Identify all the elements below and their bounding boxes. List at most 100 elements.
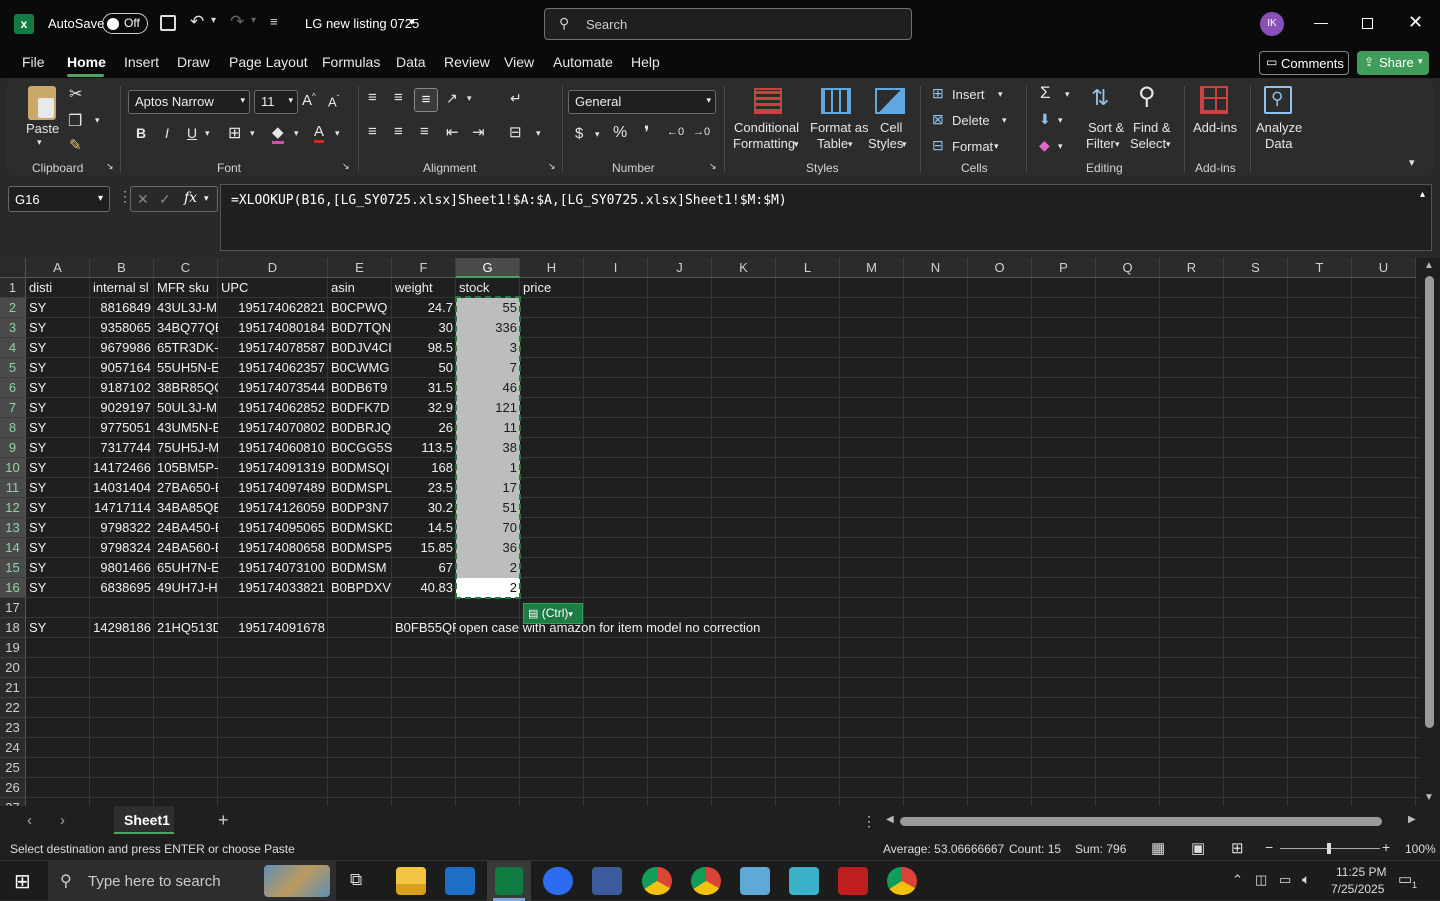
data-cell[interactable]: 121 xyxy=(456,398,520,418)
data-cell[interactable]: B0DMSQI xyxy=(328,458,392,478)
data-cell[interactable]: B0DBRJQ xyxy=(328,418,392,438)
copy-chevron-icon[interactable]: ▾ xyxy=(95,115,100,126)
data-cell[interactable]: 65UH7N-E xyxy=(154,558,218,578)
data-cell[interactable]: 195174033821 xyxy=(218,578,328,598)
data-cell[interactable]: 9798324 xyxy=(90,538,154,558)
data-cell[interactable]: 195174060810 xyxy=(218,438,328,458)
sort-filter-chevron-icon[interactable]: ▾ xyxy=(1115,139,1120,150)
data-cell[interactable]: SY xyxy=(26,338,90,358)
increase-indent-icon[interactable]: ⇥ xyxy=(472,123,485,141)
data-cell[interactable]: 195174078587 xyxy=(218,338,328,358)
remote-app-icon[interactable] xyxy=(789,867,819,895)
data-cell[interactable]: 15.85 xyxy=(392,538,456,558)
menu-insert[interactable]: Insert xyxy=(124,54,159,70)
row-header-25[interactable]: 25 xyxy=(0,758,26,778)
align-right-icon[interactable]: ≡ xyxy=(420,123,429,140)
row18-cell-d[interactable]: 195174091678 xyxy=(218,618,328,638)
fx-chevron-icon[interactable]: ▾ xyxy=(204,193,209,204)
orientation-icon[interactable]: ↗ xyxy=(446,90,458,107)
insert-cells-label[interactable]: Insert xyxy=(952,87,985,102)
clock-date[interactable]: 7/25/2025 xyxy=(1331,882,1384,896)
data-cell[interactable]: 195174080658 xyxy=(218,538,328,558)
chrome-icon[interactable] xyxy=(642,867,672,895)
column-header-u[interactable]: U xyxy=(1352,258,1416,278)
currency-button[interactable]: $ xyxy=(575,125,583,142)
data-cell[interactable]: 34BQ77QE xyxy=(154,318,218,338)
font-size-select[interactable]: 11 ▾ xyxy=(254,90,298,114)
row-header-9[interactable]: 9 xyxy=(0,438,26,458)
column-header-p[interactable]: P xyxy=(1032,258,1096,278)
align-middle-icon[interactable]: ≡ xyxy=(394,89,403,106)
add-sheet-icon[interactable]: + xyxy=(218,810,229,831)
column-header-k[interactable]: K xyxy=(712,258,776,278)
data-cell[interactable]: 98.5 xyxy=(392,338,456,358)
delete-cells-icon[interactable]: ⊠ xyxy=(932,111,944,128)
format-as-table-chevron-icon[interactable]: ▾ xyxy=(848,139,853,150)
data-cell[interactable]: 6838695 xyxy=(90,578,154,598)
row-header-2[interactable]: 2 xyxy=(0,298,26,318)
increase-decimal-icon[interactable]: ←0 xyxy=(667,126,684,138)
status-count[interactable]: Count: 15 xyxy=(1009,842,1061,856)
align-center-icon[interactable]: ≡ xyxy=(394,123,403,140)
cell-styles-label[interactable]: Cell xyxy=(880,120,902,135)
sort-filter-label-2[interactable]: Filter xyxy=(1086,136,1115,151)
data-cell[interactable]: 9029197 xyxy=(90,398,154,418)
row-header-18[interactable]: 18 xyxy=(0,618,26,638)
row-header-1[interactable]: 1 xyxy=(0,278,26,298)
wrap-text-icon[interactable]: ↵ xyxy=(510,90,522,107)
select-all-corner[interactable] xyxy=(0,258,26,278)
row-header-4[interactable]: 4 xyxy=(0,338,26,358)
data-cell[interactable]: 40.83 xyxy=(392,578,456,598)
increase-font-icon[interactable]: A^ xyxy=(302,92,316,109)
row-header-7[interactable]: 7 xyxy=(0,398,26,418)
avatar[interactable]: IK xyxy=(1260,12,1284,36)
percent-button[interactable]: % xyxy=(613,124,627,142)
chrome-user-icon[interactable] xyxy=(887,867,917,895)
row-header-19[interactable]: 19 xyxy=(0,638,26,658)
data-cell[interactable]: 195174070802 xyxy=(218,418,328,438)
data-cell[interactable]: 23.5 xyxy=(392,478,456,498)
notepad-icon[interactable] xyxy=(740,867,770,895)
horizontal-scroll-thumb[interactable] xyxy=(900,817,1382,826)
insert-cells-chevron-icon[interactable]: ▾ xyxy=(998,89,1003,100)
delete-cells-chevron-icon[interactable]: ▾ xyxy=(1002,115,1007,126)
header-cell-e[interactable]: asin xyxy=(328,278,392,298)
windows-start-icon[interactable]: ⊞ xyxy=(14,869,31,894)
data-cell[interactable]: 195174062852 xyxy=(218,398,328,418)
data-cell[interactable]: 14.5 xyxy=(392,518,456,538)
close-icon[interactable]: ✕ xyxy=(1408,12,1423,33)
format-cells-chevron-icon[interactable]: ▾ xyxy=(994,141,999,152)
menu-automate[interactable]: Automate xyxy=(553,54,613,70)
autosum-chevron-icon[interactable]: ▾ xyxy=(1065,89,1070,100)
format-as-table-icon[interactable] xyxy=(821,88,851,114)
row-header-6[interactable]: 6 xyxy=(0,378,26,398)
data-cell[interactable]: 113.5 xyxy=(392,438,456,458)
paste-options-button[interactable]: ▤ (Ctrl)▾ xyxy=(523,603,583,624)
decrease-indent-icon[interactable]: ⇤ xyxy=(446,123,459,141)
data-cell[interactable]: SY xyxy=(26,558,90,578)
column-header-r[interactable]: R xyxy=(1160,258,1224,278)
search-box[interactable]: ⚲ Search xyxy=(544,8,912,40)
format-as-table-label-2[interactable]: Table xyxy=(817,136,848,151)
row18-cell-f[interactable]: B0FB55QP xyxy=(392,618,456,638)
merge-center-icon[interactable]: ⊟ xyxy=(509,123,522,141)
row-header-12[interactable]: 12 xyxy=(0,498,26,518)
data-cell[interactable]: SY xyxy=(26,478,90,498)
font-launcher-icon[interactable]: ↘ xyxy=(342,161,350,172)
name-box[interactable]: G16 ▾ xyxy=(8,186,110,212)
data-cell[interactable]: SY xyxy=(26,418,90,438)
data-cell[interactable]: B0DMSP5 xyxy=(328,538,392,558)
copy-icon[interactable]: ❐ xyxy=(68,111,82,131)
data-cell[interactable]: 195174062357 xyxy=(218,358,328,378)
fill-color-chevron-icon[interactable]: ▾ xyxy=(294,128,299,139)
format-as-table-label[interactable]: Format as xyxy=(810,120,869,135)
formula-expand-icon[interactable]: ▴ xyxy=(1420,189,1425,200)
row-header-17[interactable]: 17 xyxy=(0,598,26,618)
insert-function-icon[interactable]: fx xyxy=(184,190,197,206)
paste-label[interactable]: Paste xyxy=(26,121,59,136)
document-title[interactable]: LG new listing 0725 xyxy=(305,16,419,31)
row-header-23[interactable]: 23 xyxy=(0,718,26,738)
row-header-13[interactable]: 13 xyxy=(0,518,26,538)
conditional-formatting-label[interactable]: Conditional xyxy=(734,120,799,135)
data-cell[interactable]: 38 xyxy=(456,438,520,458)
